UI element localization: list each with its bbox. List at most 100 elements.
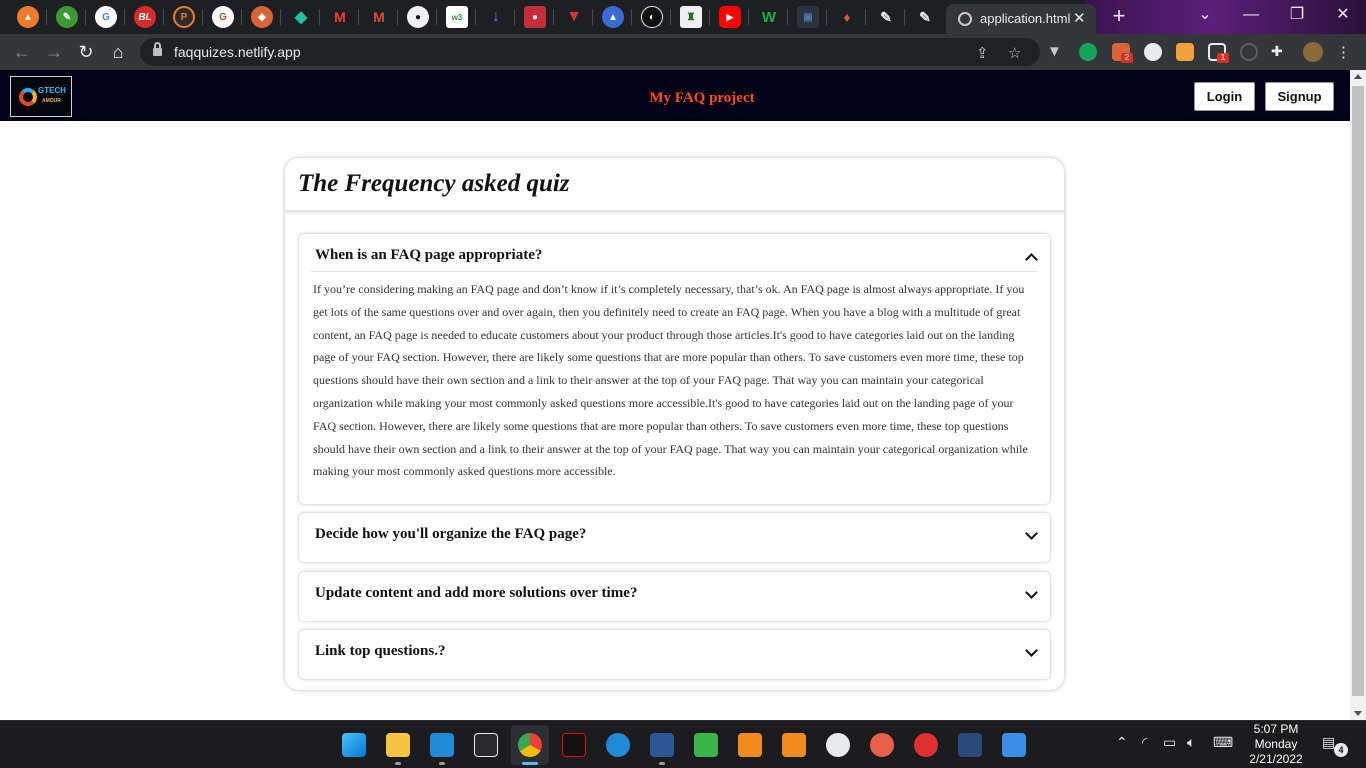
tab-separator xyxy=(319,9,320,25)
pinned-tab-github-icon[interactable]: ● xyxy=(407,6,429,28)
pinned-tab-leaf-icon[interactable]: ✎ xyxy=(56,6,78,28)
pinned-tab-vercel-icon[interactable]: ▼ xyxy=(563,6,585,28)
keyboard-icon[interactable]: ⌨ xyxy=(1213,734,1233,751)
extension-grey-icon[interactable] xyxy=(1240,43,1258,61)
pinned-tab-crest-icon[interactable]: ♜ xyxy=(680,6,702,28)
running-indicator xyxy=(439,762,445,765)
pinned-tab-bl-icon[interactable]: BL xyxy=(134,6,156,28)
yandex-icon[interactable] xyxy=(826,733,850,757)
app-red-icon[interactable] xyxy=(914,733,938,757)
address-bar[interactable]: faqquizes.netlify.app ⇪ ☆ xyxy=(140,38,1040,66)
vscode-icon[interactable] xyxy=(430,733,454,757)
pinned-tab-brave-icon[interactable]: ▲ xyxy=(17,6,39,28)
new-tab-button[interactable]: + xyxy=(1108,5,1130,27)
faq-item[interactable]: Update content and add more solutions ov… xyxy=(299,572,1050,621)
chevron-up-icon[interactable] xyxy=(1025,253,1038,266)
login-button[interactable]: Login xyxy=(1194,82,1255,111)
word-icon[interactable] xyxy=(650,733,674,757)
pinned-tab-p-icon[interactable]: P xyxy=(173,6,195,28)
solitaire-icon[interactable] xyxy=(474,733,498,757)
netflix-icon[interactable] xyxy=(562,733,586,757)
browser-tab-strip: ▲ ✎ G BL P G ◆ ◆ M M ● w3 ↓ ● ▼ ▲ ◐ ♜ ▶ … xyxy=(0,0,1366,34)
show-hidden-icons[interactable]: ⌃ xyxy=(1116,734,1128,751)
back-icon[interactable]: ← xyxy=(10,40,34,64)
faq-item[interactable]: Decide how you'll organize the FAQ page? xyxy=(299,513,1050,562)
pinned-tab-gmail-icon[interactable]: M xyxy=(329,6,351,28)
tab-separator xyxy=(826,9,827,25)
menu-icon[interactable]: ⋮ xyxy=(1336,43,1354,61)
tab-separator xyxy=(280,9,281,25)
pinned-tab-pen-icon[interactable]: ✎ xyxy=(914,6,936,28)
pinned-tab-pen-icon[interactable]: ✎ xyxy=(875,6,897,28)
forward-icon[interactable]: → xyxy=(42,40,66,64)
extension-grammarly-icon[interactable] xyxy=(1079,43,1097,61)
pinned-tab-doc-icon[interactable]: ▣ xyxy=(797,6,819,28)
faq-heading: The Frequency asked quiz xyxy=(298,170,570,197)
reload-icon[interactable]: ↻ xyxy=(74,40,98,64)
close-window-button[interactable]: ✕ xyxy=(1328,4,1358,26)
start-icon[interactable] xyxy=(342,733,366,757)
clock-date: 2/21/2022 xyxy=(1249,752,1303,766)
share-icon[interactable]: ⇪ xyxy=(976,44,989,62)
chevron-down-icon[interactable] xyxy=(1025,527,1038,540)
signup-button[interactable]: Signup xyxy=(1265,82,1334,111)
scroll-up-icon[interactable] xyxy=(1354,74,1362,79)
lock-icon[interactable] xyxy=(153,42,162,57)
divider xyxy=(285,210,1064,212)
pinned-tab-diamond-icon[interactable]: ◆ xyxy=(290,6,312,28)
pinned-tab-download-icon[interactable]: ↓ xyxy=(485,6,507,28)
wifi-icon[interactable]: ◜ xyxy=(1142,734,1147,751)
pinned-tab-youtube-icon[interactable]: ▶ xyxy=(719,6,741,28)
extension-hex-icon[interactable] xyxy=(1176,43,1194,61)
extension-circle-icon[interactable] xyxy=(1144,43,1162,61)
pinned-tab-gmail-icon[interactable]: M xyxy=(368,6,390,28)
messenger-icon[interactable] xyxy=(606,733,630,757)
extensions-puzzle-icon[interactable]: ✚ xyxy=(1271,43,1289,61)
clock[interactable]: 5:07 PM Monday 2/21/2022 xyxy=(1246,722,1306,767)
battery-icon[interactable]: ▭ xyxy=(1163,734,1176,751)
faq-question[interactable]: Link top questions.? xyxy=(315,643,445,660)
tab-separator xyxy=(436,9,437,25)
scroll-down-icon[interactable] xyxy=(1354,711,1362,716)
pinned-tab-dark-icon[interactable]: ◐ xyxy=(641,6,663,28)
scrollbar-thumb[interactable] xyxy=(1352,86,1364,696)
home-icon[interactable]: ⌂ xyxy=(106,40,130,64)
page-scrollbar[interactable] xyxy=(1350,70,1366,720)
vlc-icon[interactable] xyxy=(738,733,762,757)
profile-avatar[interactable] xyxy=(1303,42,1323,62)
pinned-tab-w3schools-icon[interactable]: w3 xyxy=(446,6,468,28)
photos-icon[interactable] xyxy=(1002,733,1026,757)
pinned-tab-google-icon[interactable]: G xyxy=(212,6,234,28)
close-tab-icon[interactable]: ✕ xyxy=(1073,9,1086,27)
bucket-icon[interactable] xyxy=(694,733,718,757)
bookmark-star-icon[interactable]: ☆ xyxy=(1008,44,1021,62)
volume-icon[interactable]: 🔈︎ xyxy=(1187,734,1195,751)
active-tab[interactable]: application.html ✕ xyxy=(946,4,1096,34)
pinned-tab-red-icon[interactable]: ● xyxy=(524,6,546,28)
file-explorer-icon[interactable] xyxy=(386,733,410,757)
chrome-icon[interactable] xyxy=(518,733,542,757)
extension-vuetify-icon[interactable]: ▼ xyxy=(1047,43,1065,61)
tab-separator xyxy=(46,9,47,25)
xampp-icon[interactable] xyxy=(782,733,806,757)
app-network-icon[interactable] xyxy=(958,733,982,757)
faq-item[interactable]: When is an FAQ page appropriate? If you’… xyxy=(299,234,1050,504)
faq-question[interactable]: When is an FAQ page appropriate? xyxy=(315,247,542,264)
running-indicator xyxy=(659,762,665,765)
faq-question[interactable]: Decide how you'll organize the FAQ page? xyxy=(315,526,586,543)
pinned-tab-bird-icon[interactable]: ◆ xyxy=(251,6,273,28)
globe-icon xyxy=(958,12,972,26)
url-text[interactable]: faqquizes.netlify.app xyxy=(174,44,301,60)
chevron-down-icon[interactable] xyxy=(1025,586,1038,599)
pinned-tab-graduation-icon[interactable]: ▲ xyxy=(602,6,624,28)
chevron-down-icon[interactable] xyxy=(1025,644,1038,657)
pinned-tab-laravel-icon[interactable]: ♦ xyxy=(836,6,858,28)
faq-question[interactable]: Update content and add more solutions ov… xyxy=(315,585,637,602)
pinned-tab-w-icon[interactable]: W xyxy=(758,6,780,28)
faq-item[interactable]: Link top questions.? xyxy=(299,630,1050,679)
minimize-button[interactable]: — xyxy=(1236,4,1266,26)
tab-search-icon[interactable]: ⌄ xyxy=(1190,4,1220,26)
restore-button[interactable]: ❐ xyxy=(1282,4,1312,26)
pinned-tab-google-icon[interactable]: G xyxy=(95,6,117,28)
app-face-icon[interactable] xyxy=(870,733,894,757)
